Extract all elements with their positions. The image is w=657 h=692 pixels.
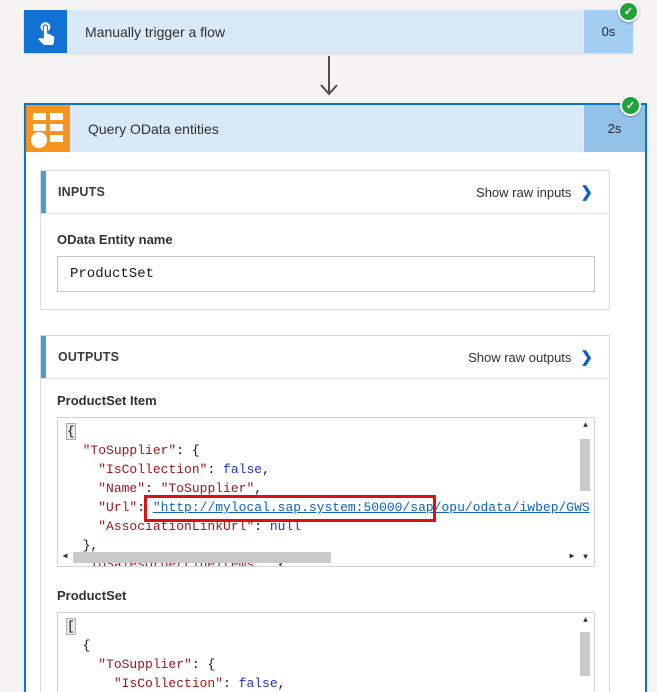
scroll-up-icon[interactable]: ▲ (578, 614, 593, 628)
show-raw-inputs-link[interactable]: Show raw inputs ❯ (476, 185, 593, 200)
success-check-icon: ✓ (618, 1, 639, 22)
scrollbar-thumb[interactable] (73, 552, 331, 563)
section-accent-bar (41, 171, 46, 213)
odata-connector-icon (26, 105, 70, 152)
inputs-body: OData Entity name (41, 214, 609, 309)
inputs-section: INPUTS Show raw inputs ❯ OData Entity na… (40, 170, 610, 310)
code-lines: [ { "ToSupplier": { "IsCollection": fals… (58, 613, 594, 692)
action-title: Query OData entities (70, 105, 583, 152)
chevron-right-icon: ❯ (580, 185, 593, 200)
scrollbar-thumb[interactable] (580, 439, 590, 491)
trigger-card[interactable]: Manually trigger a flow 0s ✓ (24, 10, 633, 53)
action-card-header[interactable]: Query OData entities 2s (26, 105, 645, 152)
scroll-left-icon[interactable]: ◀ (59, 550, 71, 564)
productset-code-viewer[interactable]: [ { "ToSupplier": { "IsCollection": fals… (57, 612, 595, 692)
vertical-scrollbar[interactable]: ▲ (578, 614, 593, 692)
productset-item-code-viewer[interactable]: { "ToSupplier": { "IsCollection": false,… (57, 417, 595, 567)
productset-item-label: ProductSet Item (57, 393, 593, 408)
show-raw-inputs-label: Show raw inputs (476, 185, 571, 200)
section-accent-bar (41, 336, 46, 378)
success-check-icon: ✓ (620, 95, 641, 116)
show-raw-outputs-link[interactable]: Show raw outputs ❯ (468, 350, 593, 365)
action-card: Query OData entities 2s ✓ INPUTS Show ra… (24, 103, 647, 692)
inputs-title: INPUTS (58, 185, 105, 199)
action-body: INPUTS Show raw inputs ❯ OData Entity na… (26, 152, 645, 692)
flow-run-canvas: Manually trigger a flow 0s ✓ Query OData… (0, 0, 657, 692)
outputs-body: ProductSet Item { "ToSupplier": { "IsCol… (41, 379, 609, 692)
trigger-title: Manually trigger a flow (67, 10, 583, 53)
scroll-right-icon[interactable]: ▶ (566, 550, 578, 564)
chevron-right-icon: ❯ (580, 350, 593, 365)
scroll-down-icon[interactable]: ▼ (578, 551, 593, 565)
outputs-title: OUTPUTS (58, 350, 119, 364)
inputs-header: INPUTS Show raw inputs ❯ (41, 171, 609, 214)
outputs-header: OUTPUTS Show raw outputs ❯ (41, 336, 609, 379)
connector-arrow (0, 53, 657, 103)
outputs-section: OUTPUTS Show raw outputs ❯ ProductSet It… (40, 335, 610, 692)
productset-label: ProductSet (57, 588, 593, 603)
scroll-up-icon[interactable]: ▲ (578, 419, 593, 433)
odata-entity-name-label: OData Entity name (57, 232, 593, 247)
show-raw-outputs-label: Show raw outputs (468, 350, 571, 365)
manual-trigger-icon (24, 10, 67, 53)
odata-entity-name-field[interactable] (57, 256, 595, 292)
scrollbar-thumb[interactable] (580, 632, 590, 676)
code-lines: { "ToSupplier": { "IsCollection": false,… (58, 418, 594, 567)
vertical-scrollbar[interactable]: ▲ ▼ (578, 419, 593, 565)
horizontal-scrollbar[interactable]: ◀ ▶ (59, 550, 578, 565)
